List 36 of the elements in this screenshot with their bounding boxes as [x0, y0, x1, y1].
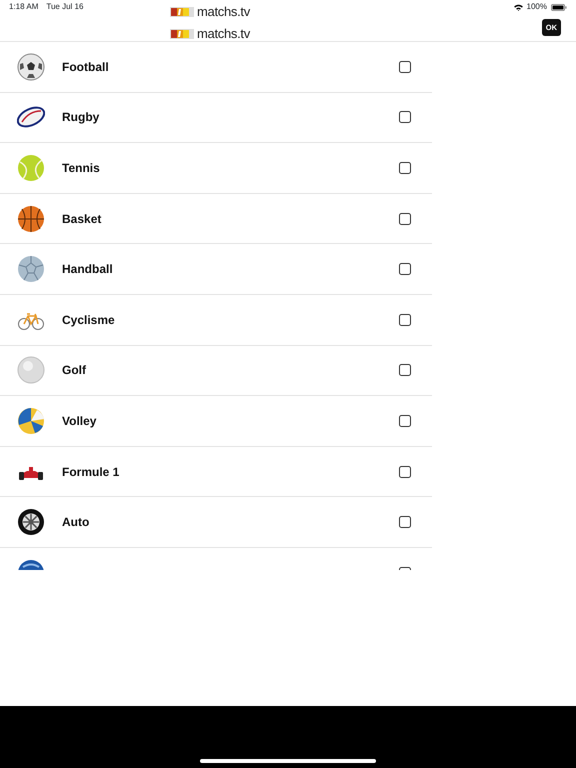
sport-label: Golf	[62, 362, 87, 380]
checkbox[interactable]	[399, 314, 411, 326]
checkbox[interactable]	[399, 60, 411, 73]
checkbox[interactable]	[399, 162, 411, 174]
sport-label: Cyclisme	[62, 312, 116, 329]
sport-label: Auto	[62, 514, 90, 532]
sport-label: Formule 1	[62, 464, 120, 481]
battery-icon	[551, 4, 567, 10]
battery-percent: 100%	[526, 1, 547, 13]
sport-label: Football	[62, 58, 110, 76]
logo-icon	[170, 7, 194, 17]
status-time: 1:18 AM	[9, 1, 38, 13]
sport-label: Rugby	[62, 109, 100, 126]
status-date: Tue Jul 16	[46, 1, 84, 13]
logo-text: matchs.tv	[197, 4, 250, 20]
wifi-icon	[514, 4, 523, 10]
handball-icon	[17, 255, 45, 284]
checkbox[interactable]	[399, 466, 411, 478]
checkbox[interactable]	[399, 212, 411, 225]
sport-label: Handball	[62, 261, 114, 278]
wheel-icon	[17, 508, 45, 536]
checkbox[interactable]	[399, 111, 411, 124]
checkbox[interactable]	[399, 414, 411, 427]
logo-icon	[170, 29, 194, 39]
logo-text: matchs.tv	[197, 26, 250, 42]
checkbox[interactable]	[399, 516, 411, 528]
soccer-ball-icon	[17, 52, 45, 81]
sport-label: Basket	[62, 210, 102, 228]
sport-label: Volley	[62, 412, 98, 430]
sport-label: Tennis	[62, 160, 101, 177]
volleyball-icon	[17, 406, 45, 435]
checkbox[interactable]	[399, 263, 411, 276]
checkbox[interactable]	[399, 364, 411, 376]
tennis-ball-icon	[17, 154, 45, 182]
basketball-icon	[17, 204, 45, 233]
golf-ball-icon	[17, 356, 45, 384]
